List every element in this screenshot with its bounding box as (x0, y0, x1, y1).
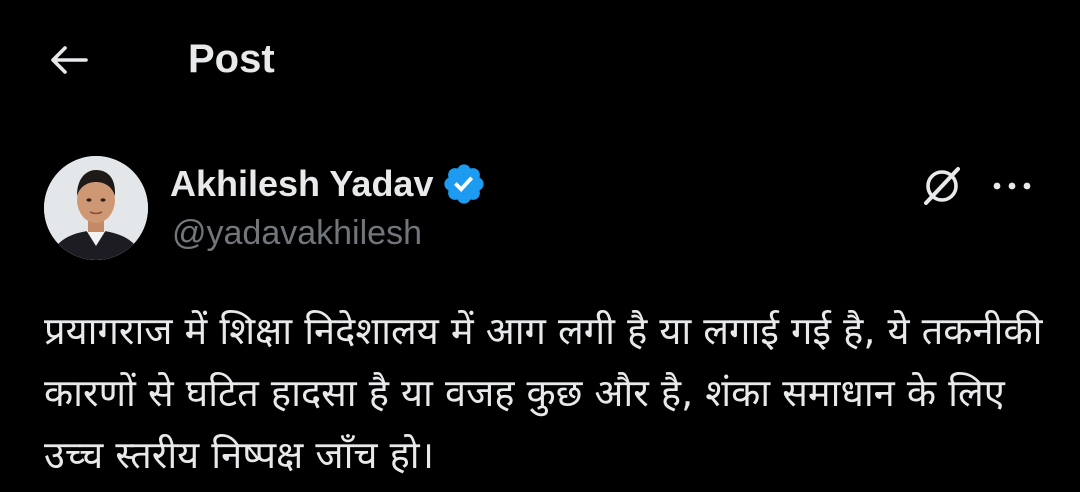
more-options-button[interactable] (984, 164, 1040, 208)
author-name[interactable]: Akhilesh Yadav (170, 163, 433, 205)
avatar[interactable] (44, 156, 148, 260)
avatar-photo (44, 156, 148, 260)
page-title: Post (188, 37, 275, 81)
post-text: प्रयागराज में शिक्षा निदेशालय में आग लगी… (44, 309, 1043, 477)
author-row: Akhilesh Yadav (170, 160, 487, 208)
back-button[interactable] (44, 38, 92, 82)
author-handle[interactable]: @yadavakhilesh (172, 214, 422, 253)
grok-icon (924, 167, 960, 205)
top-bar: Post (0, 0, 1080, 120)
verified-badge-icon (444, 164, 485, 204)
more-horizontal-icon (993, 182, 1031, 190)
grok-button[interactable] (914, 160, 970, 212)
arrow-left-icon (51, 46, 88, 74)
